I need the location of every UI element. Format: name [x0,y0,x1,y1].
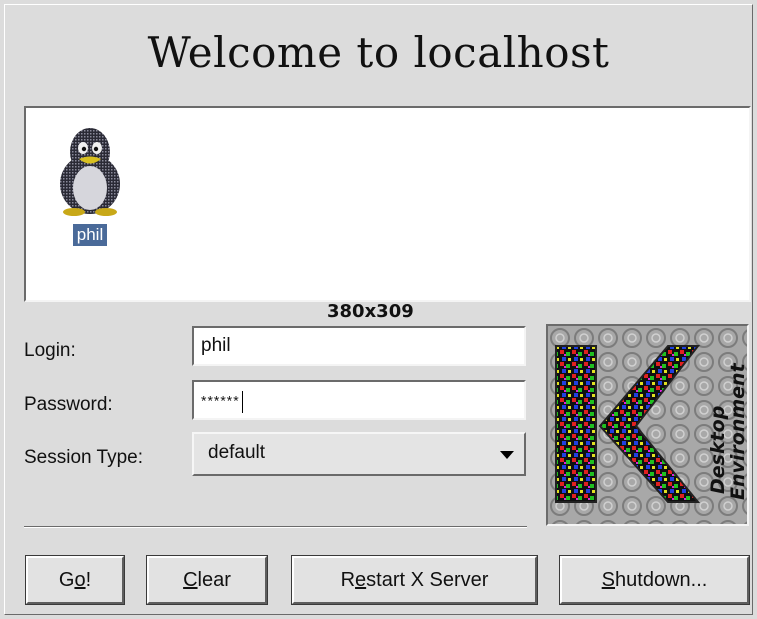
separator [24,526,527,528]
user-item-phil[interactable]: phil [54,124,126,246]
shutdown-label-post: hutdown... [615,568,708,591]
dropdown-arrow-icon [500,451,514,459]
kde-logo-text-environment: Environment [727,362,747,500]
tux-penguin-icon [60,128,120,216]
kde-logo-icon: Desktop Environment [548,326,747,524]
user-name-label: phil [72,224,108,246]
restart-label-pre: R [340,568,356,591]
password-mask: ****** [201,392,240,409]
shutdown-label-mnemonic: S [601,568,616,591]
go-label-pre: G [58,568,75,591]
go-label-mnemonic: o [74,568,86,591]
session-type-label: Session Type: [24,447,144,468]
session-type-select[interactable]: default [192,432,526,476]
restart-label-post: start X Server [366,568,489,591]
login-value: phil [201,335,231,356]
user-list[interactable]: phil [24,106,751,302]
clear-button[interactable]: Clear [146,555,268,605]
text-cursor [241,391,243,413]
password-label: Password: [24,394,113,415]
restart-label-mnemonic: e [355,568,367,591]
login-field[interactable]: phil [192,326,526,366]
welcome-title: Welcome to localhost [147,28,610,77]
go-button[interactable]: Go! [25,555,125,605]
kde-logo-text-desktop: Desktop [707,406,729,494]
clear-label-post: lear [197,568,231,591]
clear-label-mnemonic: C [183,568,198,591]
login-label: Login: [24,340,76,361]
session-type-value: default [208,442,266,463]
password-field[interactable]: ****** [192,380,526,420]
restart-x-server-button[interactable]: Re start X Server [291,555,538,605]
shutdown-button[interactable]: Shutdown... [559,555,750,605]
go-label-post: ! [85,568,92,591]
kde-logo: Desktop Environment [546,324,749,526]
size-info-label: 380x309 [327,301,414,322]
